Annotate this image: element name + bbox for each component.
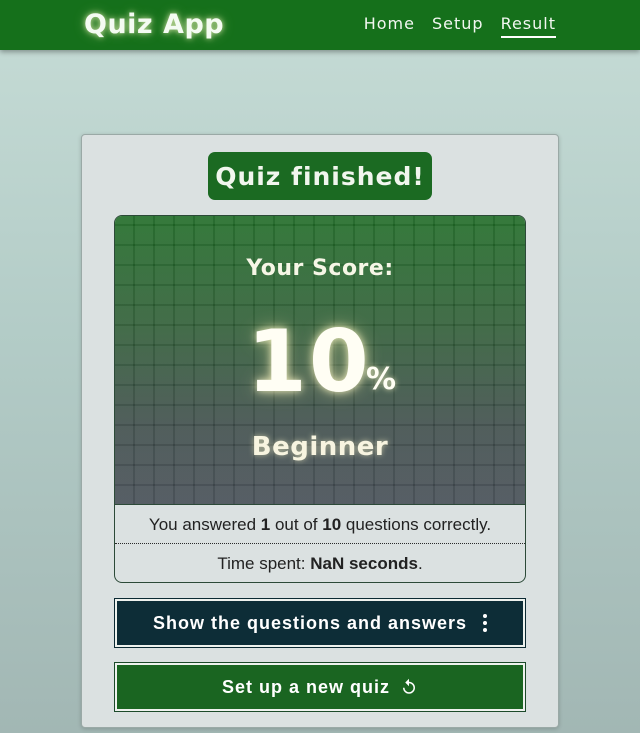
nav-home-link[interactable]: Home: [364, 14, 415, 38]
time-suffix: .: [417, 554, 423, 573]
app-brand[interactable]: Quiz App: [84, 9, 224, 40]
new-quiz-button[interactable]: Set up a new quiz: [114, 662, 526, 712]
total-count: 10: [322, 515, 342, 534]
result-card: Quiz finished! Your Score: 10 % Beginner…: [81, 134, 559, 728]
correct-count: 1: [260, 515, 271, 534]
refresh-icon: [403, 678, 415, 694]
level-label: Beginner: [251, 432, 389, 462]
nav-setup-link[interactable]: Setup: [432, 14, 484, 38]
nav-result-link[interactable]: Result: [500, 14, 556, 38]
time-prefix: Time spent:: [217, 554, 311, 573]
answered-middle: out of: [270, 515, 323, 534]
score-panel: Your Score: 10 % Beginner: [115, 216, 525, 504]
show-answers-button[interactable]: Show the questions and answers: [114, 598, 526, 648]
kebab-menu-icon: [483, 614, 488, 632]
time-spent-summary: Time spent: NaN seconds.: [115, 544, 525, 582]
answered-suffix: questions correctly.: [341, 515, 492, 534]
score-value: 10: [247, 312, 371, 412]
main-nav: Home Setup Result: [364, 14, 556, 38]
quiz-finished-banner: Quiz finished!: [208, 152, 432, 200]
answered-prefix: You answered: [148, 515, 261, 534]
score-unit: %: [366, 362, 397, 397]
top-navbar: Quiz App Home Setup Result: [0, 0, 640, 50]
time-value: NaN seconds: [310, 554, 418, 573]
score-box: Your Score: 10 % Beginner You answered 1…: [114, 215, 526, 583]
new-quiz-label: Set up a new quiz: [221, 676, 390, 697]
score-title: Your Score:: [246, 256, 394, 281]
show-answers-label: Show the questions and answers: [152, 612, 468, 633]
answered-summary: You answered 1 out of 10 questions corre…: [115, 504, 525, 544]
